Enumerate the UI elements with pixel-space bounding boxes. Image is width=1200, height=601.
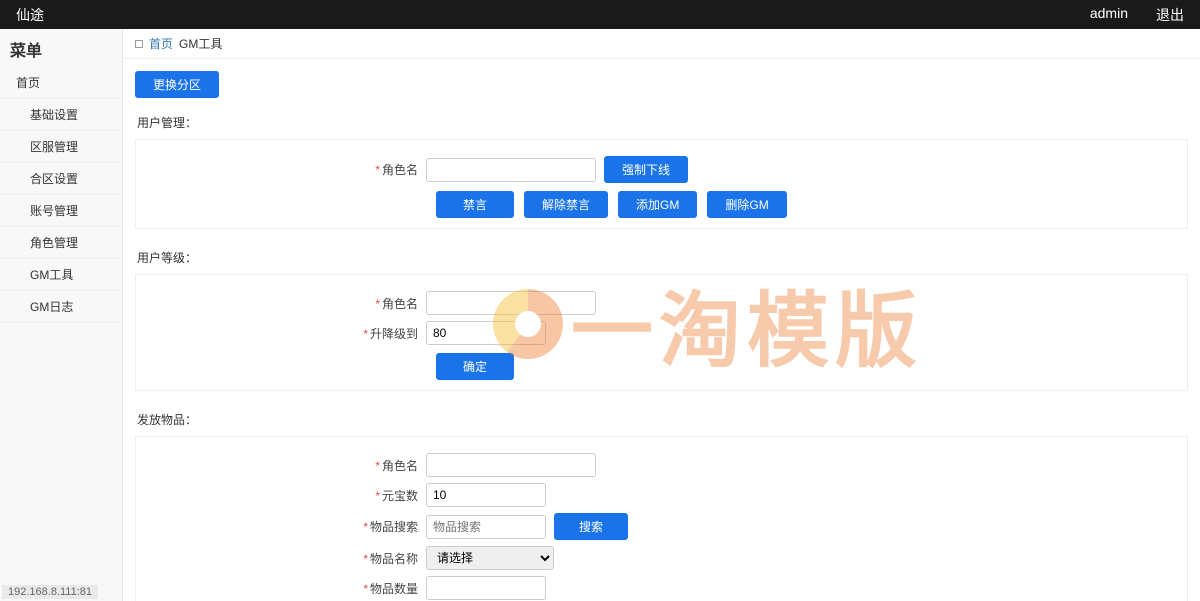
sidebar-item-account-mgmt[interactable]: 账号管理 bbox=[0, 195, 122, 227]
switch-zone-button[interactable]: 更换分区 bbox=[135, 71, 219, 98]
sidebar-item-role-mgmt[interactable]: 角色管理 bbox=[0, 227, 122, 259]
level-label: 升降级到 bbox=[370, 327, 418, 341]
breadcrumb-current: GM工具 bbox=[179, 35, 222, 52]
sidebar-item-gm-logs[interactable]: GM日志 bbox=[0, 291, 122, 323]
role-label: 角色名 bbox=[382, 459, 418, 473]
yuanbao-input[interactable] bbox=[426, 483, 546, 507]
panel-title: 发放物品： bbox=[135, 405, 1188, 437]
status-bar: 192.168.8.111:81 bbox=[2, 585, 98, 599]
panel-user-mgmt: 用户管理： *角色名 强制下线 禁言 解除禁言 添加GM 删除GM bbox=[135, 108, 1188, 229]
level-confirm-button[interactable]: 确定 bbox=[436, 353, 514, 380]
level-role-input[interactable] bbox=[426, 291, 596, 315]
breadcrumb: 首页 GM工具 bbox=[123, 29, 1200, 59]
mute-button[interactable]: 禁言 bbox=[436, 191, 514, 218]
add-gm-button[interactable]: 添加GM bbox=[618, 191, 697, 218]
sidebar: 菜单 首页 基础设置 区服管理 合区设置 账号管理 角色管理 GM工具 GM日志 bbox=[0, 29, 123, 601]
panel-give-item: 发放物品： *角色名 *元宝数 *物品搜索 搜索 bbox=[135, 405, 1188, 601]
item-search-button[interactable]: 搜索 bbox=[554, 513, 628, 540]
sidebar-item-zone-mgmt[interactable]: 区服管理 bbox=[0, 131, 122, 163]
logout-button[interactable]: 退出 bbox=[1156, 5, 1184, 25]
topbar: 仙途 admin 退出 bbox=[0, 0, 1200, 29]
panel-user-level: 用户等级： *角色名 *升降级到 确定 bbox=[135, 243, 1188, 391]
force-offline-button[interactable]: 强制下线 bbox=[604, 156, 688, 183]
unmute-button[interactable]: 解除禁言 bbox=[524, 191, 608, 218]
content-area: 首页 GM工具 更换分区 用户管理： *角色名 强制下线 禁言 解除禁言 bbox=[123, 29, 1200, 601]
sidebar-item-basic-settings[interactable]: 基础设置 bbox=[0, 99, 122, 131]
item-search-label: 物品搜索 bbox=[370, 520, 418, 534]
sidebar-title: 菜单 bbox=[0, 29, 122, 67]
item-name-select[interactable]: 请选择 bbox=[426, 546, 554, 570]
delete-gm-button[interactable]: 删除GM bbox=[707, 191, 786, 218]
give-role-input[interactable] bbox=[426, 453, 596, 477]
panel-title: 用户等级： bbox=[135, 243, 1188, 275]
level-input[interactable] bbox=[426, 321, 546, 345]
user-menu[interactable]: admin bbox=[1090, 5, 1128, 25]
item-search-input[interactable] bbox=[426, 515, 546, 539]
role-input[interactable] bbox=[426, 158, 596, 182]
breadcrumb-home[interactable]: 首页 bbox=[149, 35, 173, 52]
item-qty-label: 物品数量 bbox=[370, 582, 418, 596]
sidebar-item-merge-settings[interactable]: 合区设置 bbox=[0, 163, 122, 195]
role-label: 角色名 bbox=[382, 163, 418, 177]
app-brand: 仙途 bbox=[16, 5, 44, 25]
item-name-label: 物品名称 bbox=[370, 552, 418, 566]
item-qty-input[interactable] bbox=[426, 576, 546, 600]
sidebar-item-gm-tools[interactable]: GM工具 bbox=[0, 259, 122, 291]
yuanbao-label: 元宝数 bbox=[382, 489, 418, 503]
sidebar-item-home[interactable]: 首页 bbox=[0, 67, 122, 99]
panel-title: 用户管理： bbox=[135, 108, 1188, 140]
breadcrumb-icon bbox=[135, 40, 143, 48]
role-label: 角色名 bbox=[382, 297, 418, 311]
